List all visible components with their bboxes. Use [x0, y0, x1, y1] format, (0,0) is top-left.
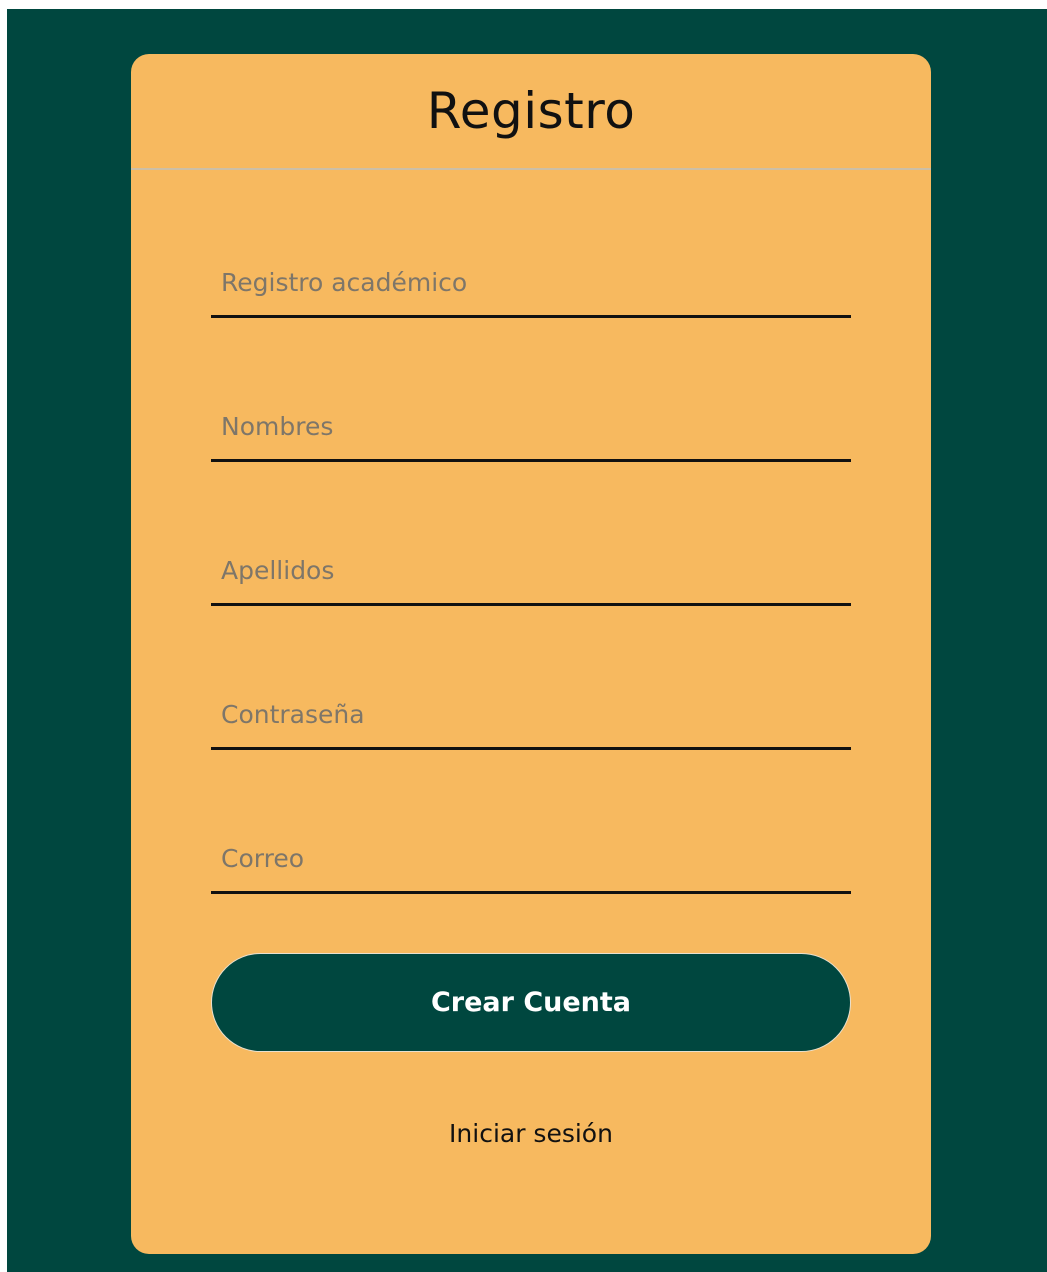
create-account-button[interactable]: Crear Cuenta: [211, 953, 851, 1052]
last-names-input[interactable]: [211, 545, 851, 595]
last-names-field: [211, 536, 851, 606]
card-header: Registro: [131, 54, 931, 170]
first-names-field: [211, 392, 851, 462]
registration-card: Registro Crear Cuenta Iniciar sesión: [131, 54, 931, 1254]
password-input[interactable]: [211, 689, 851, 739]
login-link[interactable]: Iniciar sesión: [449, 1119, 613, 1148]
academic-registry-field: [211, 248, 851, 318]
email-field: [211, 824, 851, 894]
first-names-input[interactable]: [211, 401, 851, 451]
page-background: Registro Crear Cuenta Iniciar sesión: [7, 9, 1047, 1272]
password-field: [211, 680, 851, 750]
login-link-row: Iniciar sesión: [131, 1119, 931, 1148]
academic-registry-input[interactable]: [211, 257, 851, 307]
email-input[interactable]: [211, 833, 851, 883]
page-title: Registro: [426, 82, 636, 140]
